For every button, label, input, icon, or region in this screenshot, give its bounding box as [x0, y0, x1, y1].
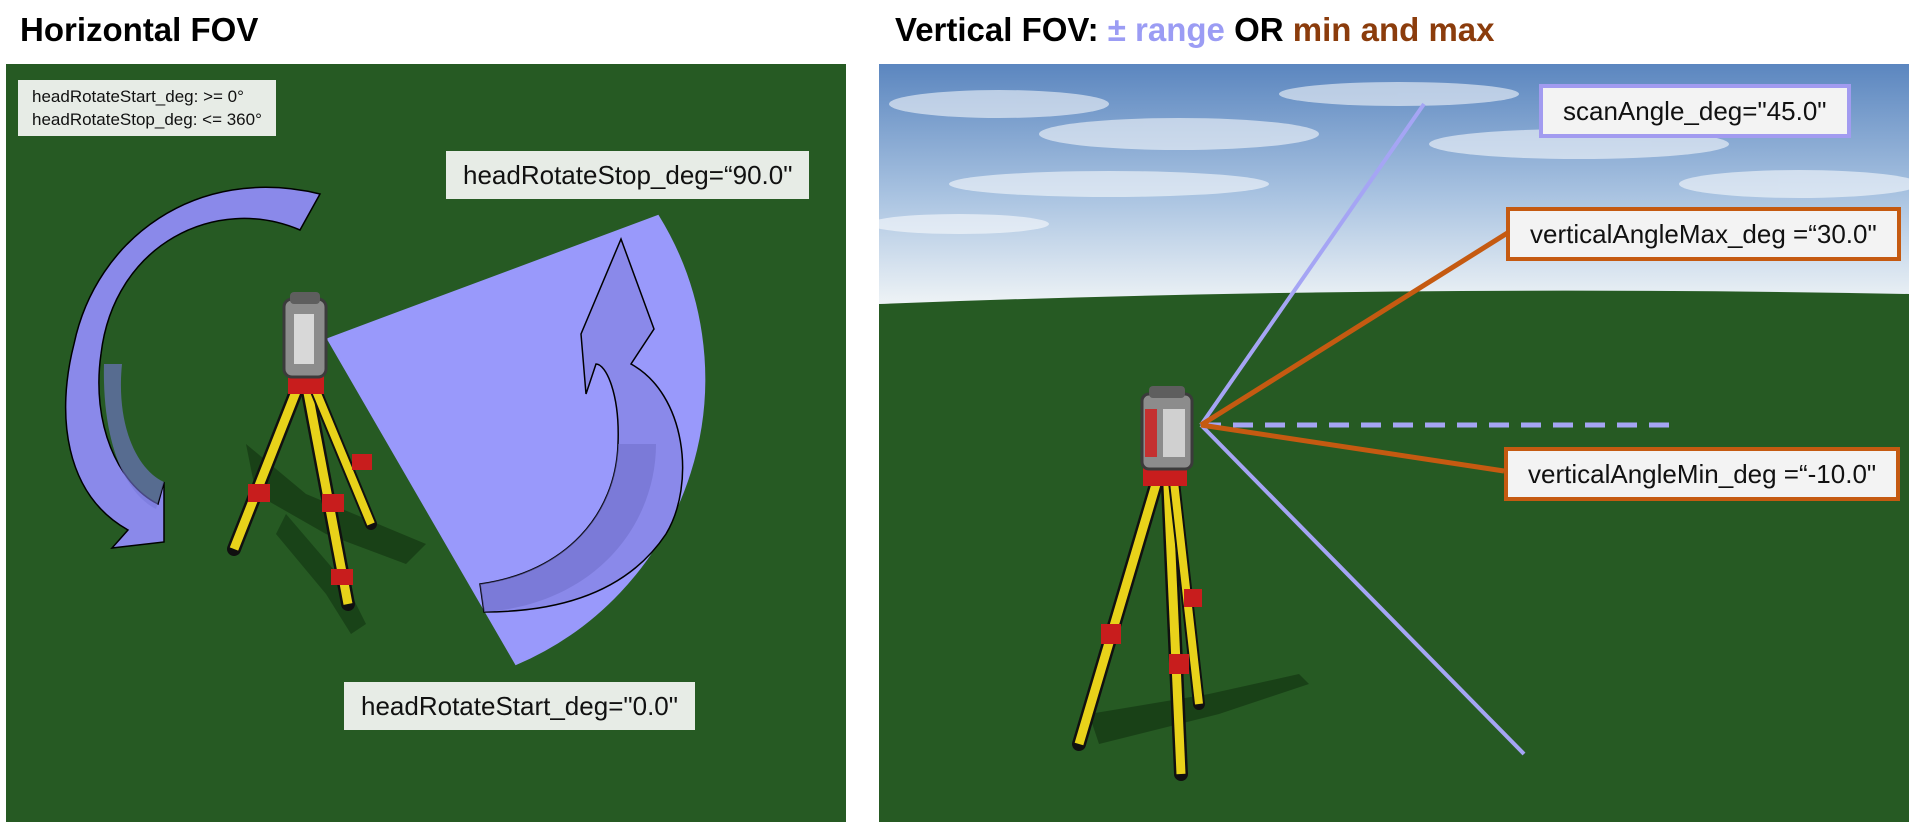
- head-rotate-stop-label: headRotateStop_deg=“90.0": [446, 151, 810, 199]
- vertical-angle-min-label: verticalAngleMin_deg =“-10.0": [1504, 447, 1901, 501]
- vertical-fov-heading-minmax: min and max: [1292, 11, 1495, 48]
- vertical-fov-heading: Vertical FOV: ± range OR min and max: [895, 8, 1495, 52]
- vertical-fov-heading-prefix: Vertical FOV:: [895, 11, 1108, 48]
- scan-angle-label: scanAngle_deg="45.0": [1539, 84, 1851, 138]
- ground: [879, 290, 1909, 822]
- vertical-fov-heading-range: ± range: [1107, 11, 1225, 48]
- horizontal-fov-panel: headRotateStart_deg: >= 0° headRotateSto…: [6, 64, 846, 822]
- range-note-start: headRotateStart_deg: >= 0°: [32, 87, 244, 106]
- vertical-fov-heading-or: OR: [1224, 11, 1293, 48]
- vertical-fov-illustration: [879, 64, 1909, 822]
- rotation-range-note: headRotateStart_deg: >= 0° headRotateSto…: [18, 80, 276, 136]
- vertical-angle-max-label: verticalAngleMax_deg =“30.0": [1506, 207, 1901, 261]
- vertical-fov-panel: scanAngle_deg="45.0" verticalAngleMax_de…: [879, 64, 1909, 822]
- range-note-stop: headRotateStop_deg: <= 360°: [32, 110, 262, 129]
- horizontal-fov-heading: Horizontal FOV: [20, 11, 259, 48]
- head-rotate-start-label: headRotateStart_deg="0.0": [344, 682, 695, 730]
